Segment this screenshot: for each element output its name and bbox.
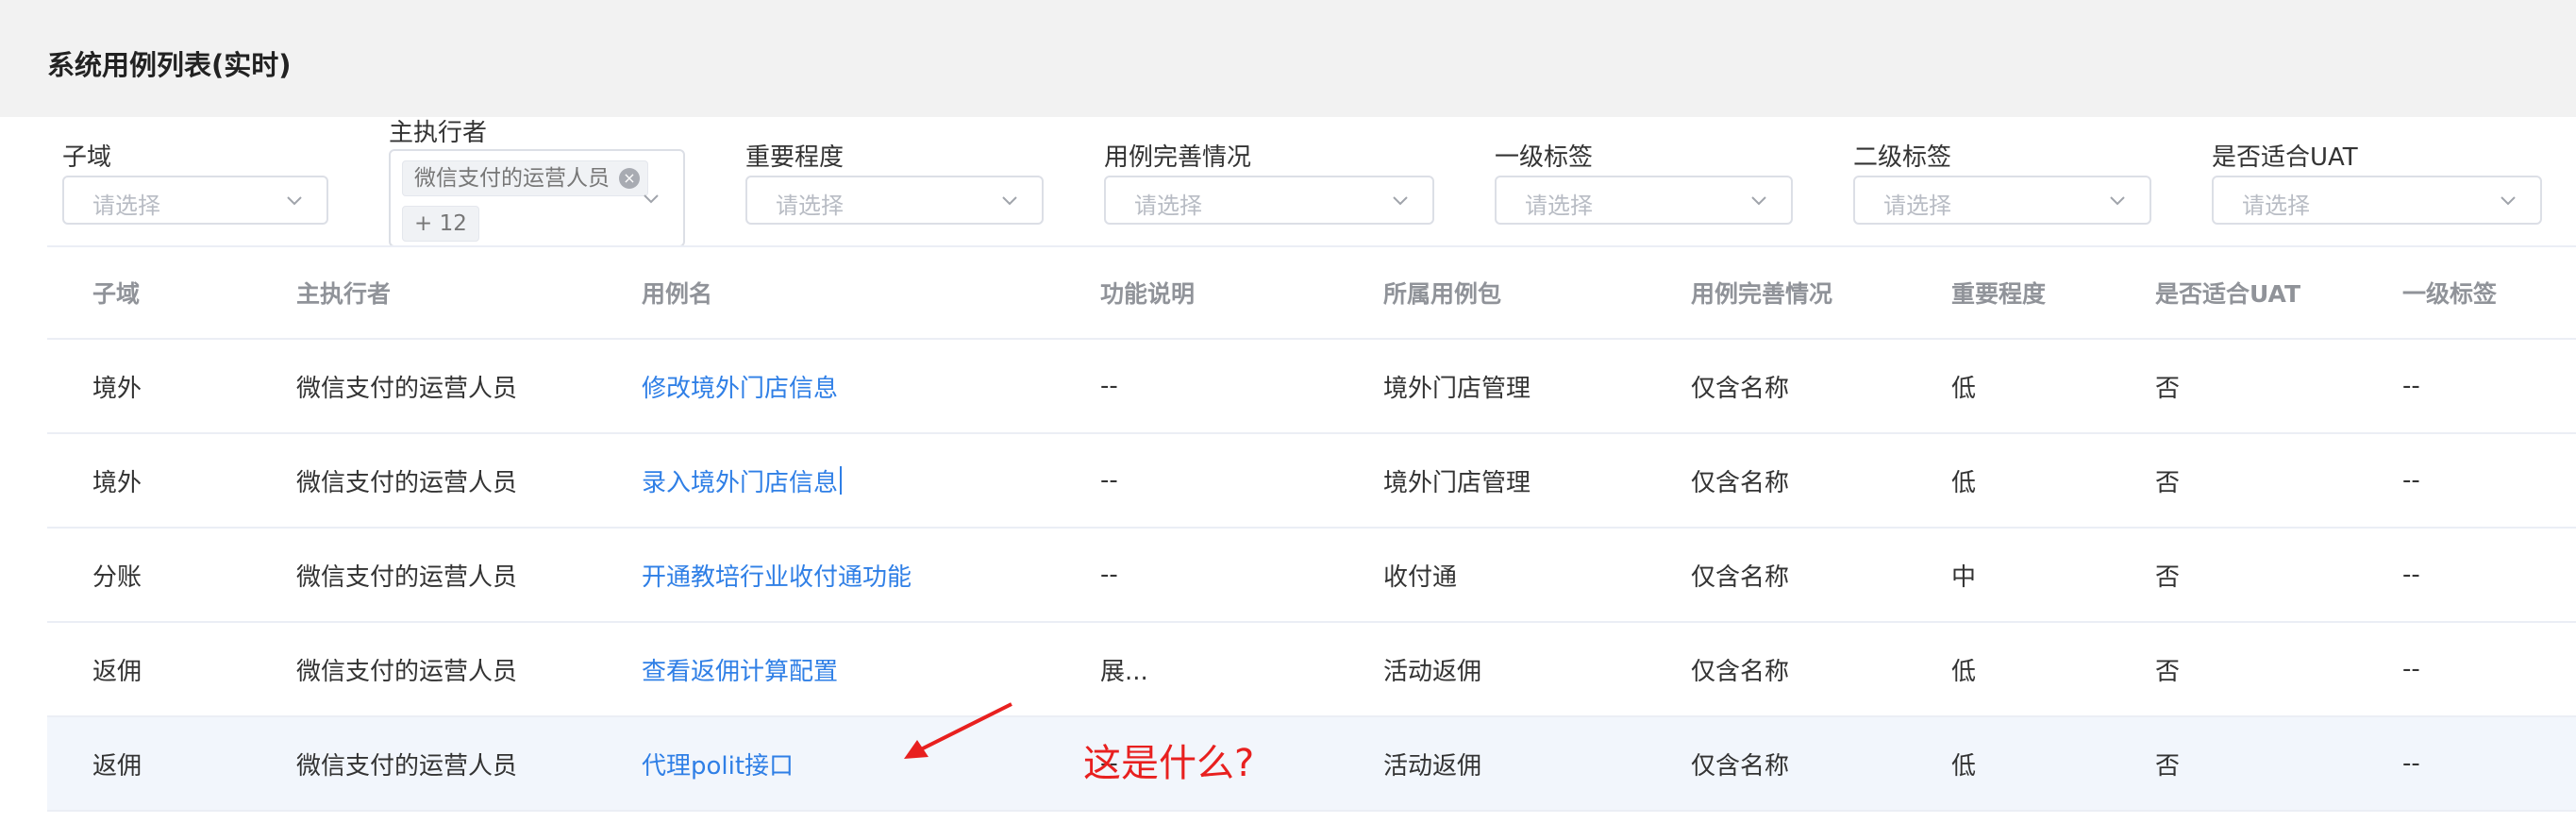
cell-subdomain: 境外 <box>92 468 142 497</box>
subdomain-select[interactable]: 请选择 <box>62 176 328 225</box>
completeness-filter-label: 用例完善情况 <box>1104 143 1252 172</box>
cell-executor: 微信支付的运营人员 <box>296 657 518 686</box>
cell-importance: 中 <box>1951 563 1977 592</box>
text-cursor <box>840 466 843 495</box>
chevron-down-icon <box>1002 196 1017 206</box>
chevron-down-icon <box>2501 196 2516 206</box>
column-header[interactable]: 功能说明 <box>1100 247 1195 338</box>
cell-package: 境外门店管理 <box>1383 468 1531 497</box>
chevron-down-icon <box>644 194 659 204</box>
cell-tag1: -- <box>2402 655 2420 683</box>
cell-package: 活动返佣 <box>1383 657 1482 686</box>
close-icon[interactable]: × <box>619 168 640 189</box>
cell-completeness: 仅含名称 <box>1691 657 1790 686</box>
annotation-arrow-icon <box>904 702 1012 759</box>
use-case-name-link[interactable]: 查看返佣计算配置 <box>642 623 838 715</box>
cell-description: -- <box>1100 561 1118 589</box>
chevron-down-icon <box>2110 196 2125 206</box>
cell-importance: 低 <box>1951 374 1977 403</box>
executor-filter-label: 主执行者 <box>389 119 488 147</box>
subdomain-filter-label: 子域 <box>62 143 112 172</box>
chevron-down-icon <box>1393 196 1408 206</box>
cell-importance: 低 <box>1951 468 1977 497</box>
importance-filter-label: 重要程度 <box>745 143 845 172</box>
cell-uat: 否 <box>2155 657 2181 686</box>
annotation-text: 这是什么? <box>1083 742 1255 785</box>
table-row[interactable]: 境外 微信支付的运营人员 修改境外门店信息 -- 境外门店管理 仅含名称 低 否… <box>47 340 2576 434</box>
cell-uat: 否 <box>2155 563 2181 592</box>
column-header[interactable]: 子域 <box>92 247 140 338</box>
uat-filter-label: 是否适合UAT <box>2212 143 2358 172</box>
tag2-select[interactable]: 请选择 <box>1853 176 2151 225</box>
cell-executor: 微信支付的运营人员 <box>296 468 518 497</box>
cell-tag1: -- <box>2402 561 2420 589</box>
column-header[interactable]: 一级标签 <box>2402 247 2497 338</box>
cell-description: -- <box>1100 466 1118 495</box>
page-header: 系统用例列表(实时) <box>0 0 2576 117</box>
cell-package: 活动返佣 <box>1383 751 1482 781</box>
column-header[interactable]: 所属用例包 <box>1383 247 1501 338</box>
use-case-table: 子域 主执行者 用例名 功能说明 所属用例包 用例完善情况 重要程度 是否适合U… <box>47 245 2576 823</box>
executor-more-count: + 12 <box>402 206 479 242</box>
cell-completeness: 仅含名称 <box>1691 374 1790 403</box>
importance-select[interactable]: 请选择 <box>745 176 1044 225</box>
use-case-name-link[interactable]: 代理polit接口 <box>642 717 794 810</box>
column-header[interactable]: 用例完善情况 <box>1691 247 1832 338</box>
completeness-select-placeholder: 请选择 <box>1134 193 1202 219</box>
importance-select-placeholder: 请选择 <box>776 193 844 219</box>
column-header[interactable]: 主执行者 <box>296 247 391 338</box>
tag2-select-placeholder: 请选择 <box>1883 193 1951 219</box>
column-header[interactable]: 用例名 <box>642 247 712 338</box>
cell-executor: 微信支付的运营人员 <box>296 374 518 403</box>
cell-subdomain: 分账 <box>92 563 142 592</box>
chevron-down-icon <box>287 196 302 206</box>
use-case-name-link[interactable]: 录入境外门店信息 <box>642 434 843 527</box>
cell-uat: 否 <box>2155 751 2181 781</box>
cell-description: 展... <box>1100 657 1148 686</box>
table-row[interactable]: 返佣 微信支付的运营人员 代理polit接口 -- 活动返佣 仅含名称 低 否 … <box>47 717 2576 812</box>
executor-multiselect[interactable]: 微信支付的运营人员 × + 12 <box>389 149 685 247</box>
table-row[interactable]: 分账 微信支付的运营人员 开通教培行业收付通功能 -- 收付通 仅含名称 中 否… <box>47 529 2576 623</box>
use-case-name-link[interactable]: 开通教培行业收付通功能 <box>642 529 912 621</box>
cell-package: 收付通 <box>1383 563 1458 592</box>
cell-description: -- <box>1100 372 1118 400</box>
table-row[interactable]: 返佣 微信支付的运营人员 查看返佣计算配置 展... 活动返佣 仅含名称 低 否… <box>47 623 2576 717</box>
tag1-filter-label: 一级标签 <box>1495 143 1594 172</box>
subdomain-select-placeholder: 请选择 <box>92 193 160 219</box>
cell-executor: 微信支付的运营人员 <box>296 751 518 781</box>
chevron-down-icon <box>1751 196 1766 206</box>
column-header[interactable]: 重要程度 <box>1951 247 2046 338</box>
cell-package: 境外门店管理 <box>1383 374 1531 403</box>
uat-select-placeholder: 请选择 <box>2242 193 2310 219</box>
cell-subdomain: 境外 <box>92 374 142 403</box>
uat-select[interactable]: 请选择 <box>2212 176 2542 225</box>
executor-tag: 微信支付的运营人员 × <box>402 160 648 196</box>
cell-uat: 否 <box>2155 374 2181 403</box>
executor-tag-label: 微信支付的运营人员 <box>414 166 610 191</box>
cell-subdomain: 返佣 <box>92 657 142 686</box>
cell-importance: 低 <box>1951 751 1977 781</box>
cell-tag1: -- <box>2402 466 2420 495</box>
cell-importance: 低 <box>1951 657 1977 686</box>
cell-uat: 否 <box>2155 468 2181 497</box>
cell-tag1: -- <box>2402 372 2420 400</box>
cell-completeness: 仅含名称 <box>1691 563 1790 592</box>
cell-tag1: -- <box>2402 749 2420 778</box>
page-title: 系统用例列表(实时) <box>47 49 292 81</box>
tag2-filter-label: 二级标签 <box>1853 143 1952 172</box>
cell-completeness: 仅含名称 <box>1691 468 1790 497</box>
cell-executor: 微信支付的运营人员 <box>296 563 518 592</box>
completeness-select[interactable]: 请选择 <box>1104 176 1434 225</box>
tag1-select-placeholder: 请选择 <box>1525 193 1593 219</box>
table-row[interactable]: 境外 微信支付的运营人员 录入境外门店信息 -- 境外门店管理 仅含名称 低 否… <box>47 434 2576 529</box>
use-case-name-text: 录入境外门店信息 <box>642 468 839 497</box>
column-header[interactable]: 是否适合UAT <box>2155 247 2300 338</box>
cell-completeness: 仅含名称 <box>1691 751 1790 781</box>
table-header-row: 子域 主执行者 用例名 功能说明 所属用例包 用例完善情况 重要程度 是否适合U… <box>47 245 2576 340</box>
cell-subdomain: 返佣 <box>92 751 142 781</box>
tag1-select[interactable]: 请选择 <box>1495 176 1793 225</box>
use-case-name-link[interactable]: 修改境外门店信息 <box>642 340 838 432</box>
